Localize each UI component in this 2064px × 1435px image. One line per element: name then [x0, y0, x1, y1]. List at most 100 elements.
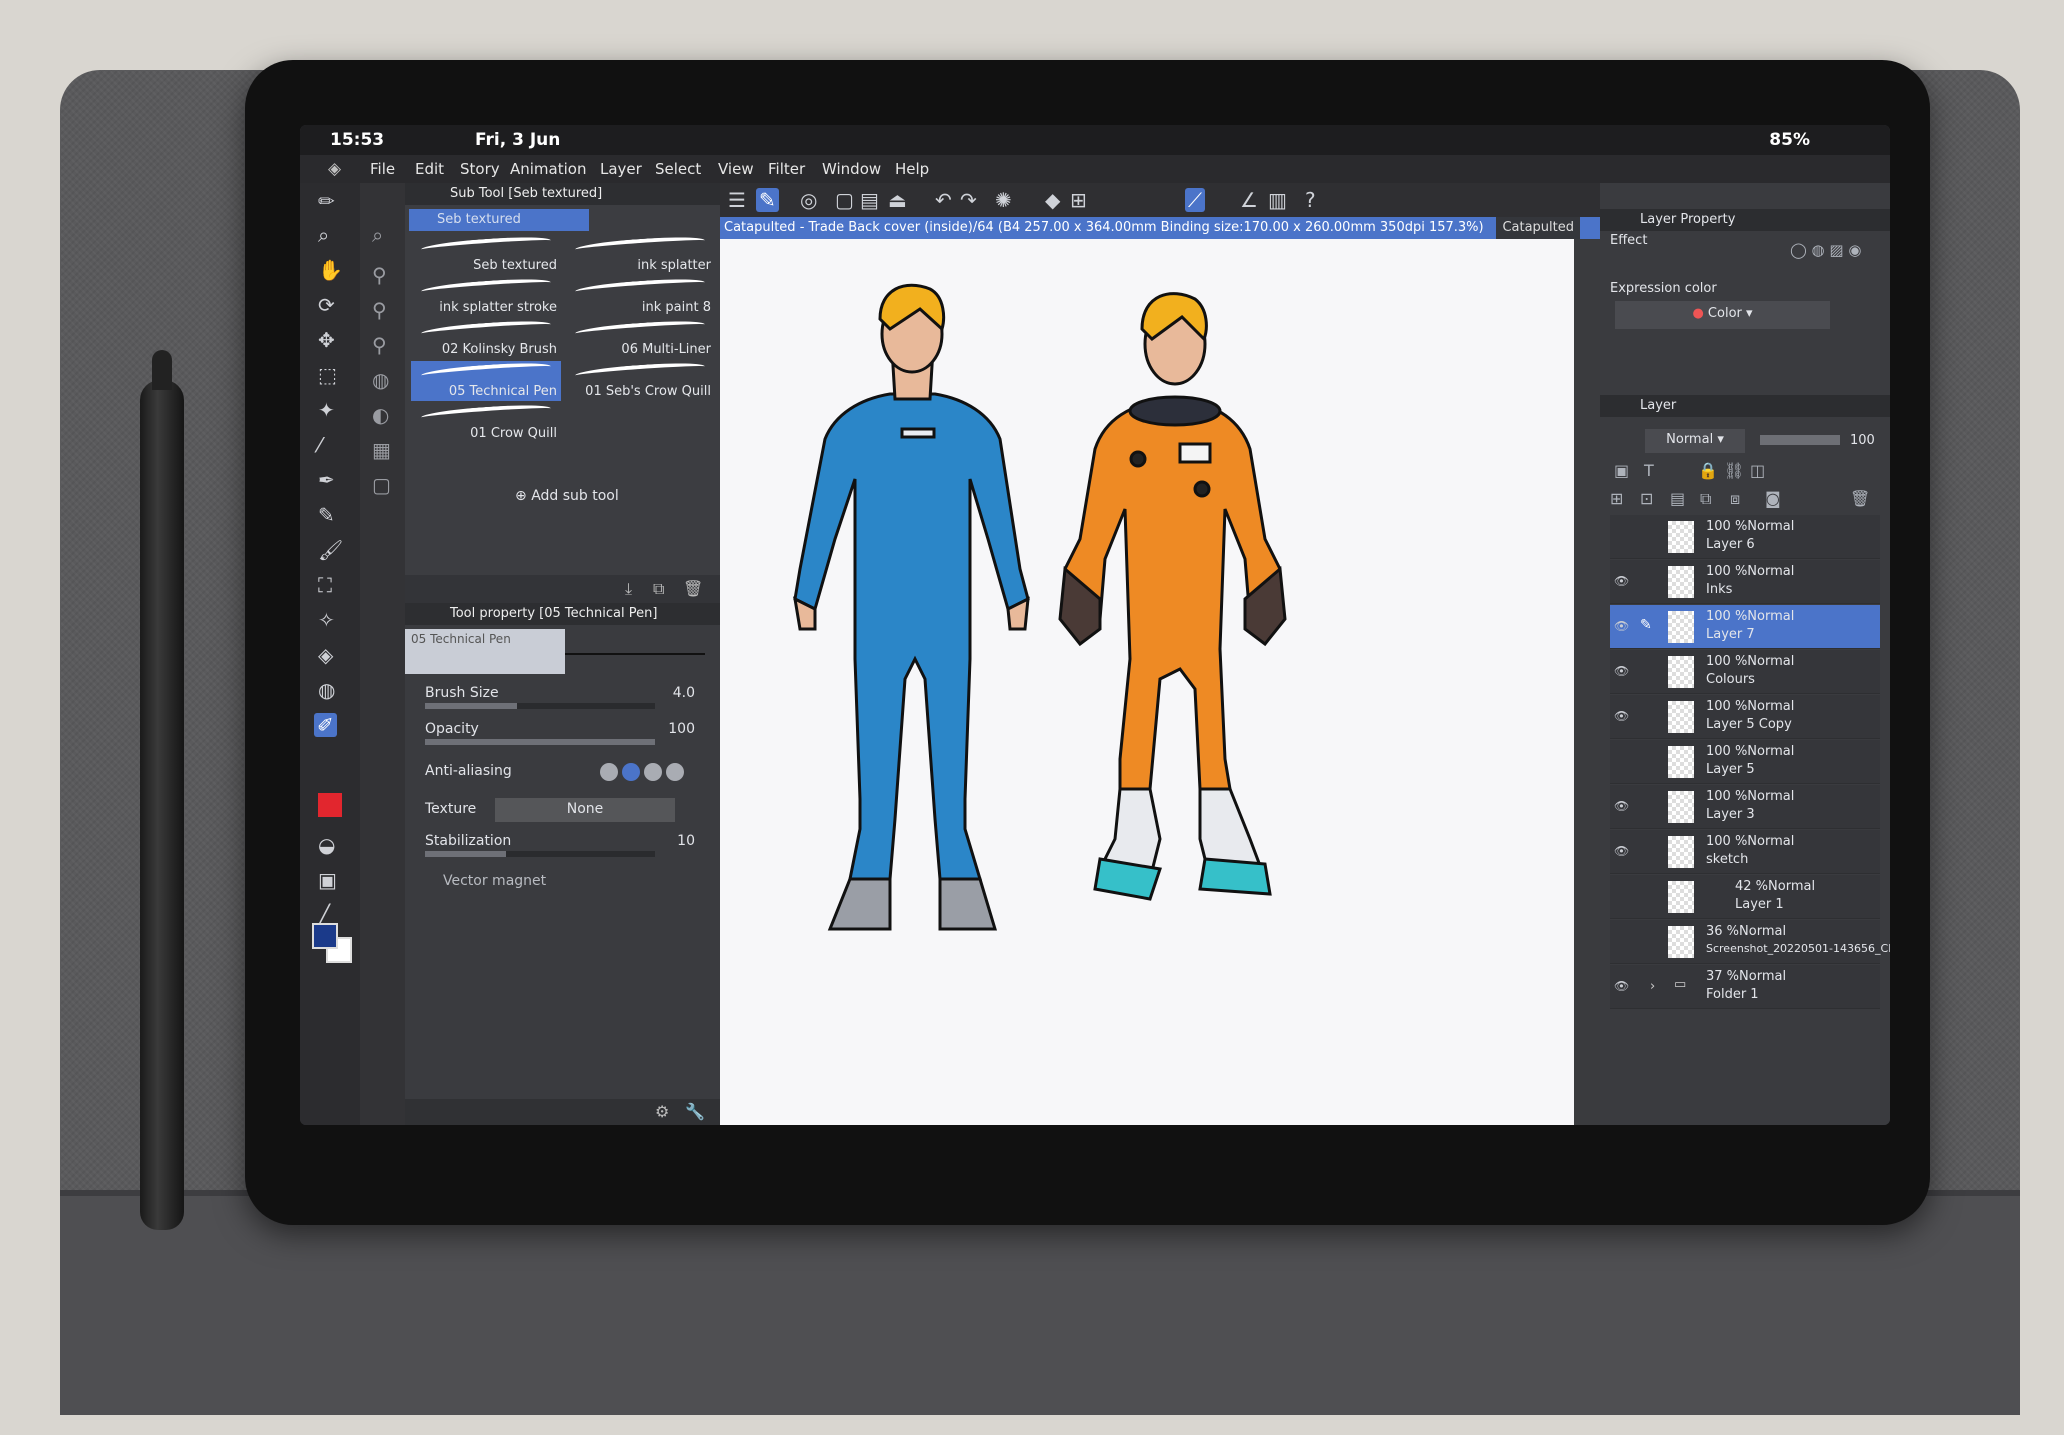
eyedropper-icon[interactable]: ⁄: [318, 433, 321, 457]
aa-weak-option[interactable]: [622, 763, 640, 781]
eye-icon[interactable]: 👁: [1614, 619, 1629, 633]
new-layer-icon[interactable]: ⊞: [1610, 489, 1623, 508]
layer-row[interactable]: 👁 100 %Normal Inks: [1610, 560, 1880, 604]
menu-file[interactable]: File: [370, 160, 395, 178]
texture-select[interactable]: None: [495, 798, 675, 822]
red-swatch[interactable]: [318, 793, 342, 817]
trash-icon[interactable]: 🗑: [683, 579, 703, 598]
aa-none-option[interactable]: [600, 763, 618, 781]
fill-icon[interactable]: ◆: [1045, 188, 1060, 212]
aa-strong-option[interactable]: [666, 763, 684, 781]
layer-row[interactable]: 👁 100 %Normal Colours: [1610, 650, 1880, 694]
eye-icon[interactable]: 👁: [1614, 664, 1629, 678]
download-icon[interactable]: ⤓: [625, 579, 632, 599]
settings-icon[interactable]: ⚙: [655, 1102, 669, 1121]
vector-pen-icon[interactable]: ✐: [314, 713, 337, 737]
menu-view[interactable]: View: [718, 160, 754, 178]
menu-story[interactable]: Story: [460, 160, 500, 178]
gradient-icon[interactable]: ▣: [318, 868, 337, 892]
sub-tool-b-icon[interactable]: ⚲: [372, 298, 387, 322]
sub-tool-f-icon[interactable]: ▦: [372, 438, 391, 462]
pencil-icon[interactable]: ✏: [318, 189, 335, 213]
open-folder-icon[interactable]: ▤: [860, 188, 879, 212]
layer-row[interactable]: 👁 100 %Normal Layer 3: [1610, 785, 1880, 829]
sub-search-icon[interactable]: ⌕: [372, 223, 383, 247]
new-folder-icon[interactable]: ▤: [1670, 489, 1685, 508]
sub-tool-a-icon[interactable]: ⚲: [372, 263, 387, 287]
fill-bucket-icon[interactable]: ◒: [318, 833, 335, 857]
layer-mask-icon[interactable]: ◙: [1765, 489, 1781, 508]
brush-size-value[interactable]: 4.0: [673, 685, 695, 701]
sub-tool-e-icon[interactable]: ◐: [372, 403, 389, 427]
brush-size-row[interactable]: Brush Size 4.0: [425, 685, 715, 713]
opacity-slider[interactable]: [425, 739, 655, 745]
stabilization-value[interactable]: 10: [677, 833, 695, 849]
pen-mode-icon[interactable]: ✎: [756, 188, 779, 212]
move-icon[interactable]: ✥: [318, 328, 335, 352]
lock-alpha-icon[interactable]: T: [1644, 461, 1654, 480]
effect-icons[interactable]: ◯ ◍ ▨ ◉: [1790, 241, 1861, 259]
brush-size-slider[interactable]: [425, 703, 655, 709]
mask-icon[interactable]: ◫: [1750, 461, 1765, 480]
auto-select-icon[interactable]: ✦: [318, 398, 335, 422]
ruler-icon[interactable]: ∠: [1240, 188, 1258, 212]
snap-ruler-icon[interactable]: ⟋: [1185, 188, 1205, 212]
menu-window[interactable]: Window: [822, 160, 881, 178]
pencil-tool-icon[interactable]: ✎: [318, 503, 335, 527]
new-vector-layer-icon[interactable]: ⊡: [1640, 489, 1653, 508]
blend-mode-select[interactable]: Normal ▾: [1645, 429, 1745, 453]
document-tab-second[interactable]: Catapulted: [1496, 217, 1580, 239]
menu-animation[interactable]: Animation: [510, 160, 586, 178]
menu-filter[interactable]: Filter: [768, 160, 805, 178]
opacity-value[interactable]: 100: [668, 721, 695, 737]
brush-technical-pen[interactable]: 05 Technical Pen: [411, 360, 561, 401]
brush-icon[interactable]: 🖌: [318, 538, 343, 562]
stabilization-slider[interactable]: [425, 851, 655, 857]
transform-icon[interactable]: ⊞: [1070, 188, 1087, 212]
brush-ink-paint-8[interactable]: ink paint 8: [565, 276, 715, 317]
opacity-row[interactable]: Opacity 100: [425, 721, 715, 749]
redo-icon[interactable]: ↷: [960, 188, 977, 212]
layer-row[interactable]: 100 %Normal Layer 6: [1610, 515, 1880, 559]
loading-icon[interactable]: ✺: [995, 188, 1012, 212]
menu-layer[interactable]: Layer: [600, 160, 642, 178]
duplicate-icon[interactable]: ⧉: [653, 579, 664, 599]
eye-icon[interactable]: 👁: [1614, 844, 1629, 858]
brush-kolinsky[interactable]: 02 Kolinsky Brush: [411, 318, 561, 359]
eye-icon[interactable]: 👁: [1614, 979, 1629, 993]
undo-icon[interactable]: ↶: [935, 188, 952, 212]
brush-sebs-crow-quill[interactable]: 01 Seb's Crow Quill: [565, 360, 715, 401]
eye-icon[interactable]: 👁: [1614, 574, 1629, 588]
layer-row[interactable]: 100 %Normal Layer 5: [1610, 740, 1880, 784]
eye-icon[interactable]: 👁: [1614, 709, 1629, 723]
hand-icon[interactable]: ✋: [318, 258, 343, 282]
brush-seb-textured[interactable]: Seb textured: [411, 234, 561, 275]
lock-icon[interactable]: 🔒: [1698, 461, 1718, 480]
folder-expand-icon[interactable]: ›: [1650, 979, 1655, 994]
canvas-area[interactable]: Catapulted - Trade Back cover (inside)/6…: [720, 217, 1600, 1125]
menu-help[interactable]: Help: [895, 160, 929, 178]
delete-layer-icon[interactable]: 🗑: [1850, 489, 1870, 508]
sub-tool-g-icon[interactable]: ▢: [372, 473, 391, 497]
document-icon[interactable]: ▥: [1268, 188, 1287, 212]
sub-tool-group-tab[interactable]: Seb textured: [409, 209, 589, 231]
layer-row[interactable]: 👁 100 %Normal Layer 5 Copy: [1610, 695, 1880, 739]
airbrush-icon[interactable]: ⛶: [318, 573, 332, 597]
layer-opacity-slider[interactable]: [1760, 435, 1840, 445]
layer-row[interactable]: 42 %Normal Layer 1: [1610, 875, 1880, 919]
menu-icon[interactable]: ☰: [728, 188, 746, 212]
selection-icon[interactable]: ⬚: [318, 363, 337, 387]
zoom-icon[interactable]: ⌕: [318, 223, 329, 247]
wrench-icon[interactable]: 🔧: [685, 1102, 705, 1121]
menu-edit[interactable]: Edit: [415, 160, 444, 178]
aa-medium-option[interactable]: [644, 763, 662, 781]
decoration-icon[interactable]: ✧: [318, 608, 335, 632]
add-sub-tool-button[interactable]: ⊕ Add sub tool: [515, 488, 619, 504]
brush-ink-splatter-stroke[interactable]: ink splatter stroke: [411, 276, 561, 317]
eye-icon[interactable]: 👁: [1614, 799, 1629, 813]
layer-row[interactable]: 36 %Normal Screenshot_20220501-143656_Cl…: [1610, 920, 1890, 964]
camera-icon[interactable]: ◎: [800, 188, 817, 212]
expression-color-select[interactable]: ● Color ▾: [1615, 301, 1830, 329]
copy-layer-icon[interactable]: ⧉: [1700, 489, 1711, 509]
brush-ink-splatter[interactable]: ink splatter: [565, 234, 715, 275]
